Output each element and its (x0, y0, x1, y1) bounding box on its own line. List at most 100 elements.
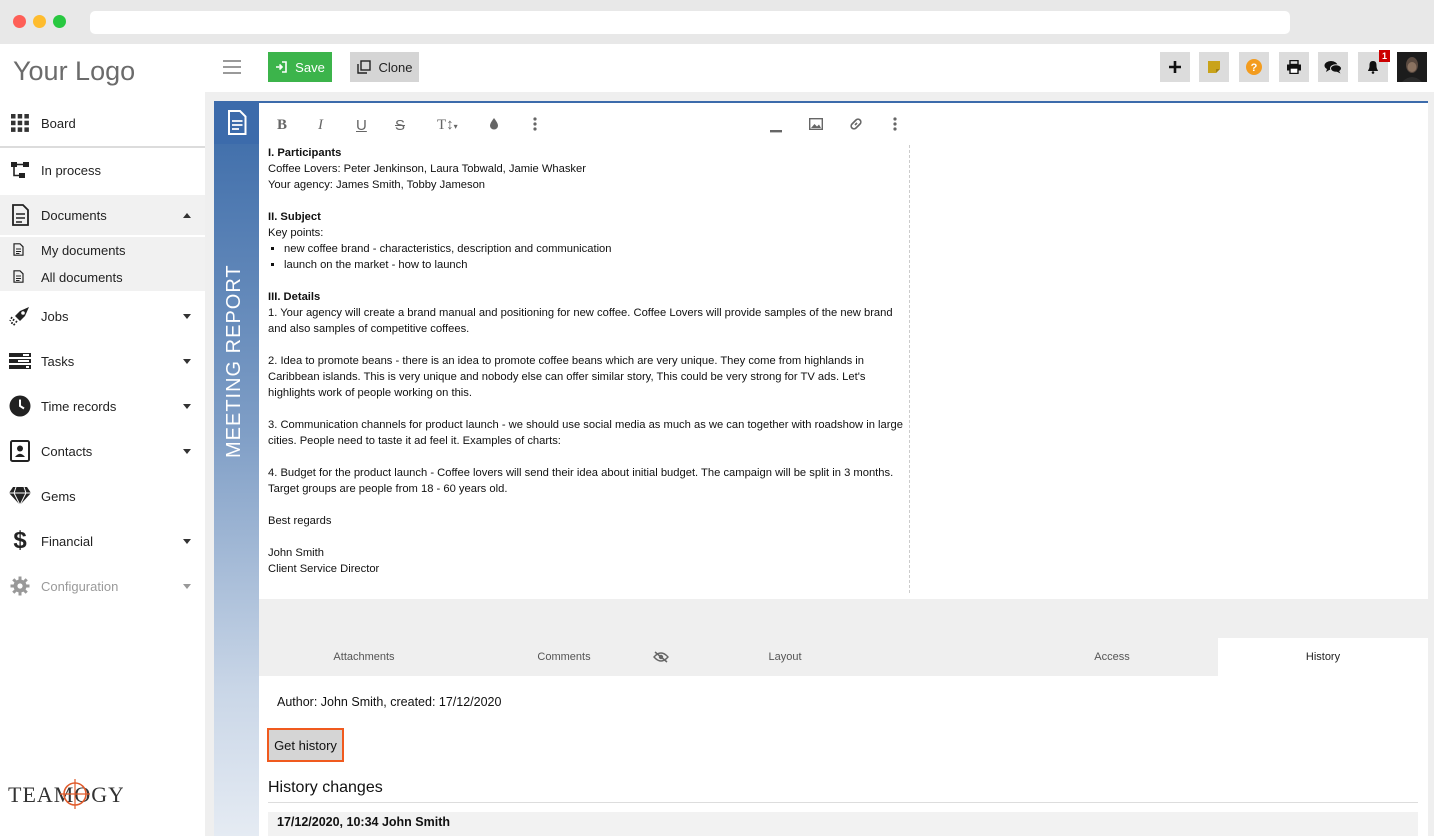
diamond-icon (8, 484, 32, 508)
bell-icon (1368, 61, 1378, 74)
document-editor[interactable]: B I U S T↕▾ I. Participants Coffee Lover… (259, 101, 1428, 599)
history-title: History changes (268, 779, 383, 796)
document-tabs: Attachments Comments Layout Access Histo… (259, 638, 1428, 676)
chat-button[interactable] (1318, 52, 1348, 82)
paragraph: Client Service Director (268, 563, 380, 575)
sidebar-item-tasks[interactable]: Tasks (0, 341, 205, 381)
plus-icon (1169, 61, 1181, 73)
chevron-down-icon (183, 448, 191, 454)
maximize-window-icon[interactable] (53, 15, 66, 28)
document-small-icon (13, 269, 24, 286)
more-vertical-icon[interactable] (533, 117, 537, 135)
sidebar-item-gems[interactable]: Gems (0, 476, 205, 516)
bullet-list: new coffee brand - characteristics, desc… (268, 241, 909, 273)
save-button[interactable]: Save (268, 52, 332, 82)
section-heading: II. Subject (268, 211, 321, 223)
sidebar-subitem-all-documents[interactable]: All documents (0, 264, 205, 291)
chevron-up-icon (183, 212, 191, 218)
editor-toolbar: B I U S T↕▾ (259, 103, 1428, 146)
flow-icon (8, 158, 32, 182)
clone-button-label: Clone (378, 59, 413, 75)
sticky-note-icon (1208, 61, 1220, 73)
tab-comments[interactable]: Comments (469, 638, 659, 676)
print-button[interactable] (1279, 52, 1309, 82)
sidebar-item-board[interactable]: Board (0, 103, 205, 143)
sidebar-item-financial[interactable]: $ Financial (0, 521, 205, 561)
sidebar-item-label: Tasks (41, 353, 75, 369)
chevron-down-icon (183, 538, 191, 544)
minimize-window-icon[interactable] (33, 15, 46, 28)
grid-icon (8, 111, 32, 135)
sidebar-item-label: In process (41, 162, 101, 178)
paragraph: Best regards (268, 515, 332, 527)
notification-count-badge: 1 (1378, 50, 1390, 62)
sidebar-item-label: Financial (41, 533, 94, 549)
sidebar-item-label: Board (41, 115, 76, 131)
tab-attachments[interactable]: Attachments (259, 638, 469, 676)
paragraph: 2. Idea to promote beans - there is an i… (268, 355, 866, 399)
sidebar-subitem-label: My documents (41, 243, 126, 258)
sidebar-item-in-process[interactable]: In process (0, 150, 205, 190)
sidebar-item-label: Configuration (41, 578, 119, 594)
tab-access[interactable]: Access (1009, 638, 1215, 676)
user-avatar[interactable] (1397, 52, 1427, 82)
list-item: launch on the market - how to launch (284, 257, 909, 273)
sidebar-item-documents[interactable]: Documents (0, 195, 205, 235)
link-icon[interactable] (849, 117, 863, 135)
get-history-button[interactable]: Get history (267, 728, 344, 762)
contact-card-icon (8, 439, 32, 463)
clock-icon (8, 394, 32, 418)
add-button[interactable] (1160, 52, 1190, 82)
underline-icon[interactable]: U (356, 117, 367, 134)
document-type-icon (214, 101, 259, 144)
printer-icon (1287, 60, 1301, 74)
top-toolbar: Save Clone ? 1 (205, 44, 1434, 92)
sidebar-item-label: Gems (41, 488, 76, 504)
dollar-icon: $ (13, 527, 27, 554)
sign-in-icon (276, 61, 287, 73)
horizontal-rule-icon[interactable] (770, 120, 782, 137)
document-body[interactable]: I. Participants Coffee Lovers: Peter Jen… (268, 145, 910, 593)
italic-icon[interactable]: I (318, 117, 323, 134)
menu-toggle-icon[interactable] (223, 60, 241, 74)
author-info: Author: John Smith, created: 17/12/2020 (277, 695, 502, 709)
tab-layout[interactable]: Layout (679, 638, 891, 676)
close-window-icon[interactable] (13, 15, 26, 28)
sticky-note-button[interactable] (1199, 52, 1229, 82)
sidebar-item-contacts[interactable]: Contacts (0, 431, 205, 471)
sidebar-item-configuration[interactable]: Configuration (0, 566, 205, 606)
eye-slash-icon[interactable] (649, 638, 673, 676)
tasks-icon (8, 349, 32, 373)
history-divider (268, 802, 1418, 803)
text-color-icon[interactable] (489, 117, 499, 134)
history-panel: Author: John Smith, created: 17/12/2020 … (259, 676, 1428, 836)
app-logo[interactable]: Your Logo (13, 56, 135, 87)
chevron-down-icon (183, 313, 191, 319)
tab-history[interactable]: History (1218, 638, 1428, 676)
history-entry[interactable]: 17/12/2020, 10:34 John Smith (268, 812, 1418, 836)
clone-button[interactable]: Clone (350, 52, 419, 82)
rocket-icon (8, 304, 32, 328)
address-bar[interactable] (90, 11, 1290, 34)
help-button[interactable]: ? (1239, 52, 1269, 82)
sidebar-subitem-my-documents[interactable]: My documents (0, 237, 205, 264)
paragraph: Coffee Lovers: Peter Jenkinson, Laura To… (268, 163, 586, 175)
list-item: new coffee brand - characteristics, desc… (284, 241, 909, 257)
section-heading: III. Details (268, 291, 321, 303)
notifications-button[interactable]: 1 (1358, 50, 1390, 82)
chat-icon (1324, 61, 1342, 74)
question-icon: ? (1246, 59, 1262, 75)
font-size-icon[interactable]: T↕▾ (437, 117, 458, 134)
bold-icon[interactable]: B (277, 117, 287, 134)
document-type-title: MEETING REPORT (223, 264, 245, 458)
strikethrough-icon[interactable]: S (395, 117, 405, 134)
image-icon[interactable] (808, 117, 824, 134)
copy-icon (356, 60, 371, 74)
paragraph: John Smith (268, 547, 324, 559)
paragraph: 3. Communication channels for product la… (268, 419, 903, 447)
sidebar-item-jobs[interactable]: Jobs (0, 296, 205, 336)
sidebar-item-time-records[interactable]: Time records (0, 386, 205, 426)
document-icon (8, 203, 32, 227)
teamogy-brand-logo: TEAMOGY (8, 778, 124, 824)
more-vertical-icon[interactable] (893, 117, 897, 135)
